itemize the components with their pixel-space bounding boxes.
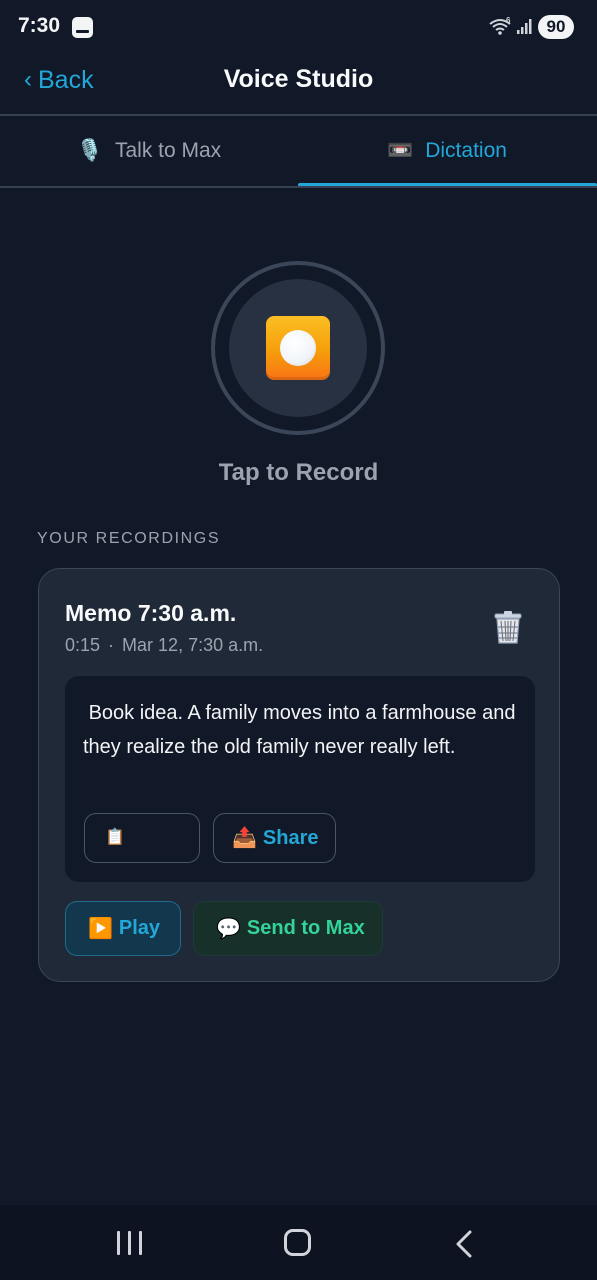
copy-button[interactable]: 📋 xyxy=(84,813,200,863)
status-time: 7:30 xyxy=(18,14,61,37)
tab-label: Talk to Max xyxy=(114,139,222,162)
share-label: Share xyxy=(262,826,319,849)
record-dot xyxy=(280,330,316,366)
record-button[interactable] xyxy=(211,261,385,435)
transcript-box: Book idea. A family moves into a farmhou… xyxy=(65,676,535,882)
memo-date: Mar 12, 7:30 a.m. xyxy=(122,635,264,655)
microphone-icon: 🎙️ xyxy=(76,139,103,162)
transcript-text: Book idea. A family moves into a farmhou… xyxy=(83,702,522,758)
record-button-icon xyxy=(266,316,330,380)
recordings-section-label: YOUR RECORDINGS xyxy=(37,530,221,547)
system-nav-bar xyxy=(0,1205,597,1280)
share-button[interactable]: 📤 Share xyxy=(213,813,336,863)
outbox-icon: 📤 xyxy=(232,827,257,849)
trash-icon[interactable] xyxy=(491,609,525,645)
play-icon: ▶️ xyxy=(88,917,113,940)
memo-title: Memo 7:30 a.m. xyxy=(65,600,237,626)
svg-text:6: 6 xyxy=(506,16,511,25)
page-title: Voice Studio xyxy=(223,65,374,93)
memo-meta: 0:15 · Mar 12, 7:30 a.m. xyxy=(65,635,263,656)
battery-icon: 90 xyxy=(538,15,574,39)
signal-icon xyxy=(517,19,532,34)
play-button[interactable]: ▶️ Play xyxy=(65,901,181,956)
voice-studio-screen: 7:30 6 90 ‹ Back Voice Studio 🎙️ Talk to… xyxy=(0,0,597,1280)
tab-divider xyxy=(0,186,597,188)
tab-bar: 🎙️ Talk to Max 📼 Dictation xyxy=(0,116,597,188)
tab-dictation[interactable]: 📼 Dictation xyxy=(298,116,596,186)
home-icon[interactable] xyxy=(284,1229,311,1256)
videocassette-icon: 📼 xyxy=(387,139,414,162)
send-to-max-button[interactable]: 💬 Send to Max xyxy=(193,901,383,956)
app-notification-icon xyxy=(72,17,93,38)
meta-separator: · xyxy=(108,635,115,655)
recording-card: Memo 7:30 a.m. 0:15 · Mar 12, 7:30 a.m. Bo… xyxy=(38,568,560,982)
status-bar: 7:30 6 90 xyxy=(0,0,597,54)
tab-label: Dictation xyxy=(425,139,507,162)
back-nav-icon[interactable] xyxy=(452,1229,476,1259)
recents-icon[interactable] xyxy=(117,1231,143,1255)
play-label: Play xyxy=(118,917,161,939)
speech-bubble-icon: 💬 xyxy=(216,917,241,940)
send-label: Send to Max xyxy=(246,917,365,939)
record-label: Tap to Record xyxy=(218,459,379,486)
record-button-inner xyxy=(229,279,367,417)
tab-talk-to-max[interactable]: 🎙️ Talk to Max xyxy=(0,116,298,186)
memo-duration: 0:15 xyxy=(65,635,101,655)
wifi-icon: 6 xyxy=(489,16,511,35)
clipboard-icon: 📋 xyxy=(105,829,125,846)
header: ‹ Back Voice Studio xyxy=(0,54,597,116)
